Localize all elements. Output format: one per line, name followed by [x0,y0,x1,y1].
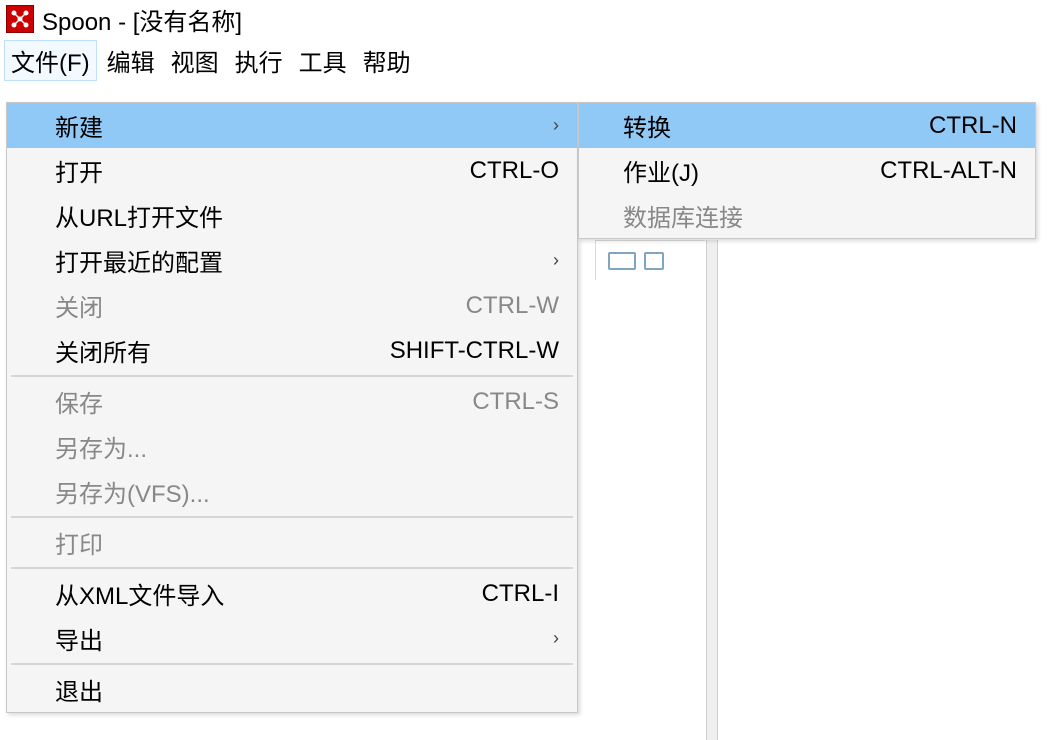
menu-separator [11,516,573,518]
menu-item-label: 退出 [55,672,103,707]
menubar: 文件(F) 编辑 视图 执行 工具 帮助 [0,38,1047,82]
menu-item-close-all[interactable]: 关闭所有 SHIFT-CTRL-W [7,328,577,373]
menu-item-label: 从XML文件导入 [55,576,224,611]
menu-item-open[interactable]: 打开 CTRL-O [7,148,577,193]
menu-item-new[interactable]: 新建 › [7,103,577,148]
submenu-arrow-icon: › [553,628,559,649]
menu-item-label: 打印 [55,525,103,560]
menu-help[interactable]: 帮助 [357,41,417,80]
menu-item-shortcut: CTRL-O [470,157,559,185]
menu-item-label: 作业(J) [623,153,699,188]
menu-item-shortcut: CTRL-N [929,112,1017,140]
submenu-item-db-connection[interactable]: 数据库连接 [579,193,1035,238]
background-scrollbar[interactable] [706,240,718,740]
menu-item-label: 另存为... [55,429,147,464]
menu-separator [11,567,573,569]
menu-edit[interactable]: 编辑 [101,41,161,80]
menu-item-label: 导出 [55,621,103,656]
menu-item-label: 新建 [55,108,103,143]
menu-item-label: 关闭所有 [55,333,151,368]
menu-run[interactable]: 执行 [229,41,289,80]
toolbar-glyph-icon [644,252,664,270]
submenu-item-job[interactable]: 作业(J) CTRL-ALT-N [579,148,1035,193]
menu-item-open-url[interactable]: 从URL打开文件 [7,193,577,238]
menu-item-close[interactable]: 关闭 CTRL-W [7,283,577,328]
menu-item-label: 打开 [55,153,103,188]
app-icon [6,5,34,33]
submenu-item-transformation[interactable]: 转换 CTRL-N [579,103,1035,148]
titlebar: Spoon - [没有名称] [0,0,1047,38]
menu-separator [11,663,573,665]
menu-item-label: 另存为(VFS)... [55,474,210,509]
menu-file[interactable]: 文件(F) [4,40,97,81]
menu-item-import-xml[interactable]: 从XML文件导入 CTRL-I [7,571,577,616]
menu-item-print[interactable]: 打印 [7,520,577,565]
submenu-arrow-icon: › [553,115,559,136]
menu-item-label: 数据库连接 [623,198,743,233]
menu-item-open-recent[interactable]: 打开最近的配置 › [7,238,577,283]
menu-item-shortcut: SHIFT-CTRL-W [390,337,559,365]
menu-item-label: 从URL打开文件 [55,198,223,233]
background-toolbar [595,240,705,280]
menu-item-shortcut: CTRL-W [466,292,559,320]
menu-tools[interactable]: 工具 [293,41,353,80]
menu-item-save-as[interactable]: 另存为... [7,424,577,469]
menu-view[interactable]: 视图 [165,41,225,80]
menu-item-label: 保存 [55,384,103,419]
menu-item-exit[interactable]: 退出 [7,667,577,712]
menu-item-shortcut: CTRL-ALT-N [880,157,1017,185]
menu-separator [11,375,573,377]
menu-item-save-as-vfs[interactable]: 另存为(VFS)... [7,469,577,514]
toolbar-glyph-icon [608,252,636,270]
menu-item-label: 关闭 [55,288,103,323]
menu-item-label: 转换 [623,108,671,143]
file-menu-dropdown: 新建 › 打开 CTRL-O 从URL打开文件 打开最近的配置 › 关闭 CTR… [6,102,578,713]
window-title: Spoon - [没有名称] [42,2,242,37]
menu-item-export[interactable]: 导出 › [7,616,577,661]
menu-item-label: 打开最近的配置 [55,243,223,278]
menu-item-save[interactable]: 保存 CTRL-S [7,379,577,424]
menu-item-shortcut: CTRL-I [482,580,559,608]
submenu-arrow-icon: › [553,250,559,271]
new-submenu: 转换 CTRL-N 作业(J) CTRL-ALT-N 数据库连接 [578,102,1036,239]
menu-item-shortcut: CTRL-S [472,388,559,416]
